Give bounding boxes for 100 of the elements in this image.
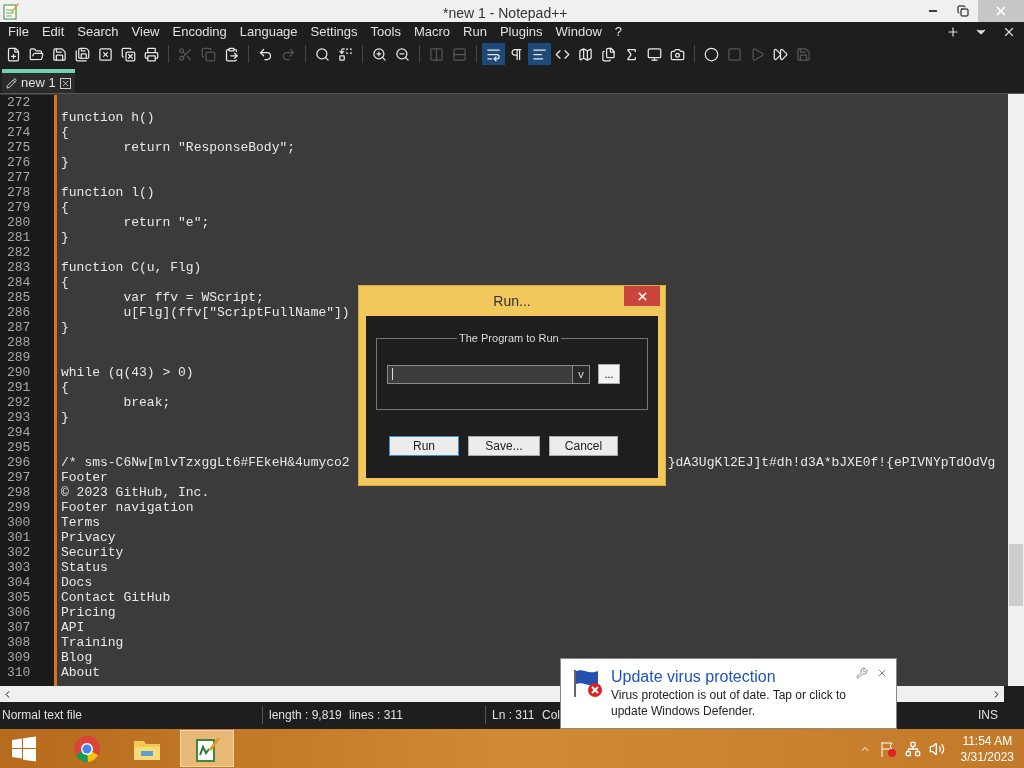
menu-item[interactable]: Encoding	[166, 22, 233, 42]
code-line: /* sms-C6Nw[mlvTzxggLt6#FEkeH&4umyco2	[61, 455, 350, 470]
new-file-icon	[6, 46, 21, 62]
code-line: return "ResponseBody";	[122, 140, 296, 155]
menu-item[interactable]: Macro	[407, 22, 457, 42]
menu-item[interactable]: Window	[549, 22, 608, 42]
line-number: 301	[6, 530, 32, 545]
dialog-button[interactable]: Run	[389, 436, 459, 456]
line-number: 293	[6, 410, 32, 425]
speaker-icon[interactable]	[928, 740, 945, 757]
notepad-icon	[193, 734, 221, 763]
restore-icon	[957, 5, 969, 17]
flag-icon[interactable]	[878, 739, 897, 758]
dialog-button[interactable]: Cancel	[549, 436, 618, 456]
status-text: Col	[542, 707, 560, 724]
browse-button[interactable]: ...	[598, 364, 620, 384]
close-button[interactable]	[624, 286, 660, 306]
code-line: }	[61, 410, 69, 425]
line-number: 280	[6, 215, 32, 230]
line-number: 304	[6, 575, 32, 590]
line-number: 303	[6, 560, 32, 575]
menu-item[interactable]: File	[2, 22, 35, 42]
zoom-out-icon	[395, 46, 410, 62]
line-number: 310	[6, 665, 32, 680]
line-number: 307	[6, 620, 32, 635]
line-number: 300	[6, 515, 32, 530]
line-number: 308	[6, 635, 32, 650]
menu-item[interactable]: Settings	[304, 22, 364, 42]
search-icon	[315, 46, 330, 62]
scroll-thumb[interactable]	[1009, 544, 1023, 606]
copy-icon	[201, 46, 216, 62]
close-icon[interactable]	[1002, 25, 1016, 39]
window-title: *new 1 - Notepad++	[443, 4, 568, 23]
code-line: function h()	[61, 110, 155, 125]
code-line: return "e";	[122, 215, 210, 230]
notepad-icon	[2, 2, 20, 20]
zoom-in-icon	[372, 46, 387, 62]
code-line: Security	[61, 545, 124, 560]
dialog-button[interactable]: Save...	[468, 436, 540, 456]
columns-icon	[429, 46, 444, 62]
network-icon[interactable]	[904, 740, 921, 757]
code-line: Docs	[61, 575, 93, 590]
line-number: 287	[6, 320, 32, 335]
code-line: function l()	[61, 185, 155, 200]
windows-start-icon[interactable]	[10, 734, 38, 763]
line-number: 296	[6, 455, 32, 470]
record-icon	[704, 46, 719, 62]
clipboard-icon	[224, 46, 239, 62]
code-line: Contact GitHub	[61, 590, 171, 605]
code-line: var ffv = WScript;	[122, 290, 264, 305]
code-line: Blog	[61, 650, 93, 665]
camera-icon	[670, 46, 685, 62]
menu-item[interactable]: Search	[71, 22, 125, 42]
close-icon[interactable]	[59, 77, 71, 89]
menu-item[interactable]: Tools	[364, 22, 407, 42]
browser-icon	[73, 734, 101, 763]
code-line: © 2023 GitHub, Inc.	[61, 485, 210, 500]
code-line: API	[61, 620, 85, 635]
notification-title: Update virus protection	[611, 667, 776, 687]
menu-item[interactable]: Language	[233, 22, 304, 42]
line-number: 279	[6, 200, 32, 215]
line-number: 292	[6, 395, 32, 410]
menu-item[interactable]: Plugins	[493, 22, 549, 42]
tab[interactable]: new 1	[2, 69, 75, 93]
taskbar-app[interactable]	[180, 730, 234, 767]
line-number: 299	[6, 500, 32, 515]
toolbar-button[interactable]	[482, 43, 505, 65]
notification-toast[interactable]: Update virus protection Virus protection is out of date. Tap or click to update Windows Defender.	[560, 658, 897, 729]
play-icon	[750, 46, 765, 62]
stop-icon	[727, 46, 742, 62]
line-number: 298	[6, 485, 32, 500]
line-number: 305	[6, 590, 32, 605]
menu-item[interactable]: View	[125, 22, 166, 42]
code-line: }	[61, 230, 69, 245]
line-number: 283	[6, 260, 32, 275]
line-number: 288	[6, 335, 32, 350]
undo-icon	[258, 46, 273, 62]
code-line: {	[61, 275, 69, 290]
line-number: 294	[6, 425, 32, 440]
menu-item[interactable]: ?	[608, 22, 629, 42]
redo-icon	[281, 46, 296, 62]
menu-item[interactable]: Edit	[35, 22, 71, 42]
line-number: 291	[6, 380, 32, 395]
line-number: 277	[6, 170, 32, 185]
monitor-icon	[647, 46, 662, 62]
menu-item[interactable]: Run	[457, 22, 493, 42]
wrap-icon	[486, 46, 501, 62]
line-number: 284	[6, 275, 32, 290]
scissors-icon	[178, 46, 193, 62]
plus-icon[interactable]	[946, 25, 960, 39]
close-icon	[635, 289, 649, 303]
code-line: Training	[61, 635, 124, 650]
code-line: break;	[122, 395, 171, 410]
program-combobox[interactable]: v	[387, 364, 590, 384]
dropdown-button[interactable]: v	[572, 365, 589, 383]
line-number: 286	[6, 305, 32, 320]
function-icon	[624, 46, 639, 62]
line-number: 290	[6, 365, 32, 380]
line-number: 273	[6, 110, 32, 125]
wrench-icon[interactable]	[856, 667, 868, 679]
